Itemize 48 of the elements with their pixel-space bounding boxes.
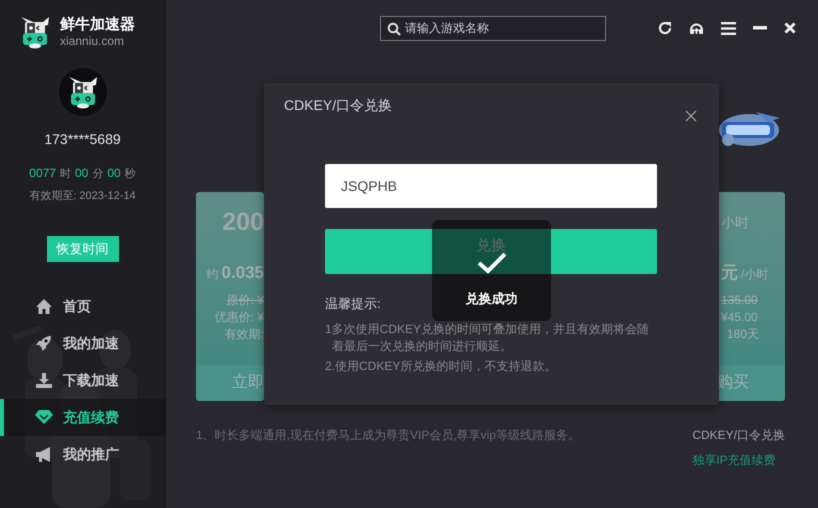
timer-value: 00	[107, 165, 121, 182]
home-icon	[35, 298, 53, 314]
nav-item[interactable]: 我的加速	[0, 324, 165, 362]
phone-number: 173****5689	[44, 130, 121, 149]
hours-unit: 小时	[720, 213, 749, 232]
menu-icon[interactable]	[721, 22, 736, 34]
refresh-icon[interactable]	[658, 21, 672, 35]
app-domain: xianniu.com	[60, 34, 126, 48]
plan-hours: 200	[222, 207, 264, 238]
footer-link[interactable]: 独享IP充值续费	[692, 451, 785, 469]
nav-item[interactable]: 我的推广	[0, 436, 165, 472]
footer-link[interactable]: CDKEY/口令兑换	[692, 426, 785, 444]
timer-value: 00	[74, 165, 88, 182]
minimize-icon[interactable]	[753, 26, 767, 30]
discount-price: ¥45.00	[720, 308, 758, 326]
validity: 180天	[726, 326, 760, 342]
original-price: 原价: ¥	[226, 292, 264, 308]
tip-text: 1多次使用CDKEY兑换的时间可叠加使用，并且有效期将会随着最后一次兑换的时间进行顺延。	[325, 321, 650, 355]
nav-item[interactable]: 充值续费	[0, 398, 165, 436]
headset-icon[interactable]	[689, 21, 704, 35]
tip-text: 2.使用CDKEY所兑换的时间，不支持退款。	[325, 358, 558, 375]
nav-item[interactable]: 首页	[0, 288, 165, 324]
timer-unit: 秒	[124, 167, 136, 182]
timer-unit: 时	[60, 167, 71, 182]
code-input[interactable]: JSQPHB	[325, 164, 657, 208]
per-hour: /小时	[741, 266, 768, 283]
original-price: 135.00	[720, 292, 758, 308]
diamond-icon	[35, 409, 53, 425]
plan-price: 0.035	[221, 262, 264, 284]
check-icon	[476, 252, 506, 274]
dialog-title: CDKEY/口令兑换	[284, 96, 392, 115]
tips-title: 温馨提示:	[325, 294, 381, 312]
price-prefix: 约	[206, 266, 218, 283]
search-field[interactable]: 请输入游戏名称	[380, 16, 606, 40]
rocket-icon	[35, 334, 53, 352]
footer-note: 1、时长多端通用,现在付费马上成为尊贵VIP会员,尊享vip等级线路服务。	[196, 427, 580, 444]
nav-item[interactable]: 下载加速	[0, 362, 165, 398]
download-icon	[35, 372, 53, 388]
close-icon[interactable]	[685, 110, 697, 122]
validity: 有效期:	[224, 326, 264, 342]
discount-price: 优惠价: ¥	[214, 308, 264, 326]
timer-value: 0077	[29, 165, 56, 182]
price-unit: 元	[721, 262, 738, 284]
megaphone-icon	[35, 446, 53, 462]
expiry-date: 有效期至: 2023-12-14	[29, 188, 136, 204]
app-name: 鲜牛加速器	[60, 16, 135, 34]
toast-message: 兑换成功	[466, 290, 518, 308]
timer-unit: 分	[92, 167, 104, 182]
